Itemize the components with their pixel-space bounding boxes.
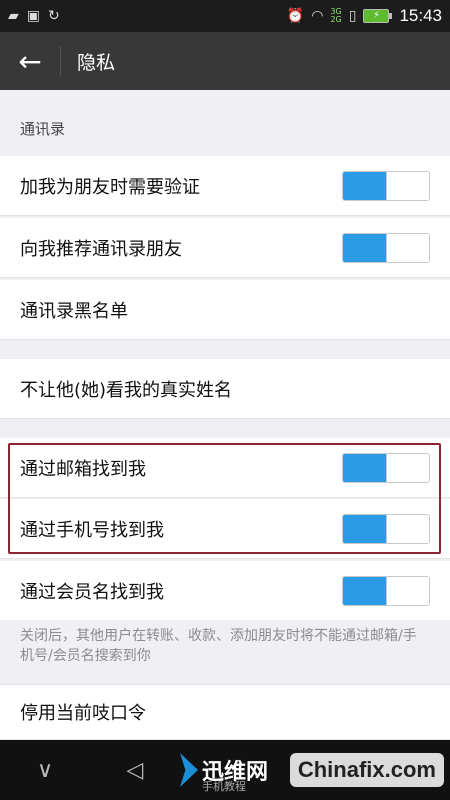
- watermark-sub: 手机教程: [202, 780, 246, 793]
- section-header-contacts: 通讯录: [0, 90, 450, 156]
- setting-row-contacts-blacklist[interactable]: 通讯录黑名单: [0, 280, 450, 340]
- watermark-site: Chinafix.com: [289, 753, 444, 787]
- setting-label: 通过会员名找到我: [20, 581, 164, 603]
- title-bar: ← 隐私: [0, 32, 450, 90]
- setting-row-recommend-contacts[interactable]: 向我推荐通讯录朋友: [0, 218, 450, 278]
- setting-row-find-by-member[interactable]: 通过会员名找到我: [0, 561, 450, 621]
- image-icon: ▣: [26, 8, 41, 24]
- setting-row-verify-friend[interactable]: 加我为朋友时需要验证: [0, 156, 450, 216]
- setting-row-find-by-phone[interactable]: 通过手机号找到我: [0, 499, 450, 559]
- wifi-icon: ◠: [311, 8, 324, 24]
- setting-label: 停用当前吱口令: [20, 703, 146, 724]
- toggle-find-by-email[interactable]: [342, 452, 430, 483]
- setting-label: 通过邮箱找到我: [20, 458, 146, 480]
- page-title: 隐私: [77, 51, 116, 74]
- watermark-logo-icon: [180, 753, 198, 787]
- toggle-find-by-member[interactable]: [342, 575, 430, 606]
- back-triangle-icon[interactable]: ◁: [90, 740, 180, 800]
- battery-icon: ⚡: [363, 9, 393, 23]
- toggle-verify-friend[interactable]: [342, 170, 430, 201]
- setting-label: 通讯录黑名单: [20, 300, 128, 322]
- sim-card-icon: ▰: [8, 8, 19, 24]
- clock: 15:43: [399, 6, 442, 25]
- section-gap: [0, 420, 450, 438]
- setting-label: 向我推荐通讯录朋友: [20, 238, 182, 260]
- setting-row-disable-password[interactable]: 停用当前吱口令: [0, 684, 450, 740]
- network-2g: 2G: [330, 15, 342, 24]
- hint-text: 关闭后，其他用户在转账、收款、添加朋友时将不能通过邮箱/手机号/会员名搜索到你: [0, 620, 450, 684]
- status-bar: ▰ ▣ ↻ ⏰ ◠ 3G 2G ▯ ⚡ 15:43: [0, 0, 450, 32]
- setting-label: 不让他(她)看我的真实姓名: [20, 379, 233, 401]
- section-gap: [0, 341, 450, 359]
- sync-icon: ↻: [48, 8, 60, 24]
- setting-label: 通过手机号找到我: [20, 519, 164, 541]
- network-type: 3G 2G: [330, 8, 341, 24]
- title-divider: [60, 46, 61, 76]
- setting-row-hide-real-name[interactable]: 不让他(她)看我的真实姓名: [0, 359, 450, 419]
- setting-label: 加我为朋友时需要验证: [20, 176, 200, 198]
- sim-icon: ▯: [348, 8, 357, 24]
- hide-keyboard-icon[interactable]: ∨: [0, 740, 90, 800]
- setting-row-find-by-email[interactable]: 通过邮箱找到我: [0, 438, 450, 498]
- toggle-recommend-contacts[interactable]: [342, 232, 430, 263]
- toggle-find-by-phone[interactable]: [342, 513, 430, 544]
- back-arrow-icon[interactable]: ←: [0, 32, 60, 90]
- watermark: 迅维网 手机教程 Chinafix.com: [180, 740, 450, 800]
- alarm-icon: ⏰: [286, 8, 305, 24]
